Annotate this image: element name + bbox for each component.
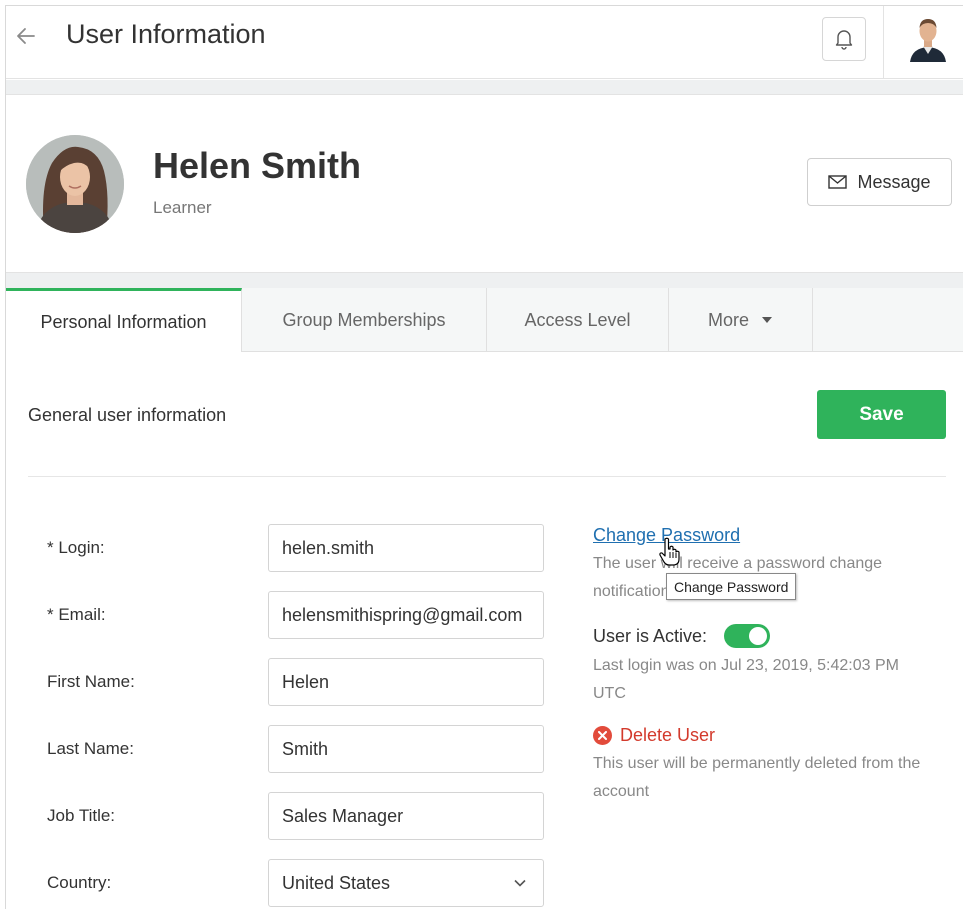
job-title-label: Job Title: — [47, 806, 116, 825]
message-button[interactable]: Message — [807, 158, 952, 206]
change-password-tooltip: Change Password — [666, 573, 797, 600]
section-divider — [28, 476, 946, 477]
top-bar: User Information — [6, 6, 963, 79]
delete-user-link[interactable]: Delete User — [593, 725, 715, 746]
delete-x-icon — [593, 726, 612, 745]
user-active-label: User is Active: — [593, 626, 708, 646]
notifications-button[interactable] — [822, 17, 866, 61]
last-login-text: Last login was on Jul 23, 2019, 5:42:03 … — [593, 657, 899, 702]
chevron-down-icon — [514, 879, 526, 887]
tab-label: Access Level — [524, 309, 631, 330]
email-label: * Email: — [47, 605, 106, 624]
login-input[interactable]: helen.smith — [268, 524, 544, 572]
country-select-value: United States — [282, 872, 391, 893]
message-button-label: Message — [857, 171, 931, 192]
toggle-knob — [749, 627, 767, 645]
user-active-toggle[interactable] — [724, 624, 770, 648]
tab-label: More — [707, 309, 749, 330]
country-select[interactable]: United States — [268, 859, 544, 907]
app-frame: User Information Helen Smith Learner Mes… — [5, 5, 963, 909]
current-user-avatar[interactable] — [908, 16, 948, 62]
bell-icon — [835, 30, 853, 50]
hand-cursor-icon — [659, 537, 680, 566]
save-button[interactable]: Save — [817, 390, 946, 439]
gap-middle — [6, 273, 963, 288]
caret-down-icon — [762, 317, 772, 323]
profile-avatar — [26, 135, 124, 233]
tab-bar: Personal Information Group Memberships A… — [6, 288, 963, 353]
tab-label: Personal Information — [40, 311, 207, 332]
main-content: General user information Save * Login: h… — [6, 352, 963, 909]
tab-more[interactable]: More — [669, 288, 813, 352]
page-title: User Information — [66, 19, 266, 49]
tab-access-level[interactable]: Access Level — [487, 288, 669, 352]
first-name-input[interactable]: Helen — [268, 658, 544, 706]
job-title-input[interactable]: Sales Manager — [268, 792, 544, 840]
email-input[interactable]: helensmithispring@gmail.com — [268, 591, 544, 639]
section-title: General user information — [28, 405, 227, 425]
tab-label: Group Memberships — [282, 309, 446, 330]
delete-user-label: Delete User — [620, 725, 716, 745]
profile-role: Learner — [153, 198, 212, 217]
last-name-input[interactable]: Smith — [268, 725, 544, 773]
back-arrow-icon[interactable] — [14, 24, 38, 48]
login-label: * Login: — [47, 538, 105, 557]
first-name-label: First Name: — [47, 672, 135, 691]
profile-name: Helen Smith — [153, 145, 362, 186]
tab-group-memberships[interactable]: Group Memberships — [242, 288, 487, 352]
profile-card: Helen Smith Learner Message — [6, 94, 963, 273]
envelope-icon — [828, 175, 848, 189]
country-label: Country: — [47, 873, 112, 892]
delete-user-help: This user will be permanently deleted fr… — [593, 755, 921, 800]
last-name-label: Last Name: — [47, 739, 134, 758]
gap-top — [6, 80, 963, 94]
topbar-divider — [883, 6, 884, 79]
tab-personal-information[interactable]: Personal Information — [6, 288, 242, 353]
